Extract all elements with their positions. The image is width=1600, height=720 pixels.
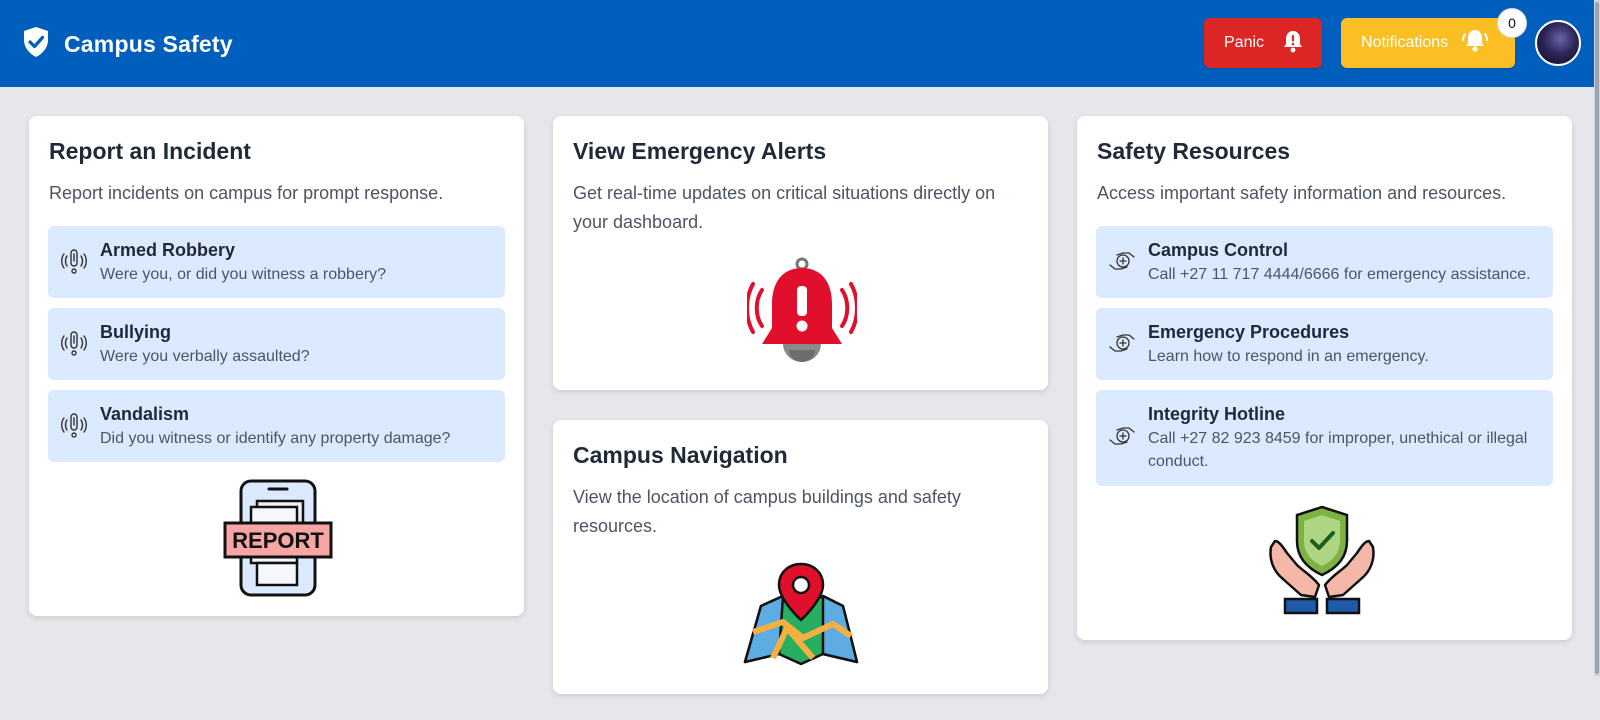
item-title: Bullying [100, 322, 171, 342]
card-description: Get real-time updates on critical situat… [573, 183, 996, 232]
resource-item-integrity-hotline[interactable]: Integrity Hotline Call +27 82 923 8459 f… [1096, 390, 1553, 486]
report-illustration: REPORT [223, 479, 333, 604]
report-item-armed-robbery[interactable]: Armed Robbery Were you, or did you witne… [48, 226, 505, 298]
alert-signal-icon [58, 246, 90, 278]
card-description: Access important safety information and … [1097, 183, 1507, 203]
care-hands-icon [1106, 246, 1138, 278]
item-description: Call +27 82 923 8459 for improper, uneth… [1148, 430, 1528, 470]
resource-item-campus-control[interactable]: Campus Control Call +27 11 717 4444/6666… [1096, 226, 1553, 298]
item-title: Integrity Hotline [1148, 404, 1286, 424]
report-incident-card: Report an Incident Report incidents on c… [29, 116, 524, 616]
shield-hands-icon [1267, 505, 1377, 622]
map-pin-icon [743, 562, 859, 673]
card-title: View Emergency Alerts [573, 138, 827, 164]
emergency-alerts-card[interactable]: View Emergency Alerts Get real-time upda… [553, 116, 1048, 390]
bell-exclamation-icon [1282, 29, 1304, 58]
resource-item-emergency-procedures[interactable]: Emergency Procedures Learn how to respon… [1096, 308, 1553, 380]
item-description: Call +27 11 717 4444/6666 for emergency … [1148, 266, 1531, 283]
report-illustration-label: REPORT [232, 528, 324, 553]
panic-button[interactable]: Panic [1204, 18, 1322, 68]
card-title: Campus Navigation [573, 442, 788, 468]
item-title: Vandalism [100, 404, 190, 424]
bell-ringing-icon [1460, 27, 1490, 60]
care-hands-icon [1106, 328, 1138, 360]
avatar[interactable] [1535, 20, 1581, 66]
safety-resources-card: Safety Resources Access important safety… [1077, 116, 1572, 640]
alarm-bell-icon [745, 256, 859, 373]
item-description: Did you witness or identify any property… [100, 430, 451, 447]
item-title: Emergency Procedures [1148, 322, 1350, 342]
alert-signal-icon [58, 328, 90, 360]
brand[interactable]: Campus Safety [22, 26, 233, 63]
alert-signal-icon [58, 410, 90, 442]
card-description: Report incidents on campus for prompt re… [49, 183, 444, 203]
report-item-vandalism[interactable]: Vandalism Did you witness or identify an… [48, 390, 505, 462]
shield-check-icon [22, 26, 50, 63]
notifications-button[interactable]: Notifications [1341, 18, 1515, 68]
item-description: Learn how to respond in an emergency. [1148, 348, 1429, 365]
item-description: Were you verbally assaulted? [100, 348, 310, 365]
care-hands-icon [1106, 421, 1138, 453]
card-description: View the location of campus buildings an… [573, 487, 961, 536]
item-title: Campus Control [1148, 240, 1289, 260]
card-title: Report an Incident [49, 138, 251, 164]
panic-label: Panic [1224, 34, 1265, 51]
report-item-bullying[interactable]: Bullying Were you verbally assaulted? [48, 308, 505, 380]
notifications-label: Notifications [1361, 34, 1449, 51]
card-title: Safety Resources [1097, 138, 1291, 164]
notifications-count-badge: 0 [1497, 8, 1527, 38]
campus-navigation-card[interactable]: Campus Navigation View the location of c… [553, 420, 1048, 694]
item-description: Were you, or did you witness a robbery? [100, 266, 387, 283]
scrollbar-thumb[interactable] [1595, 2, 1599, 674]
app-title: Campus Safety [64, 31, 233, 57]
item-title: Armed Robbery [100, 240, 236, 260]
